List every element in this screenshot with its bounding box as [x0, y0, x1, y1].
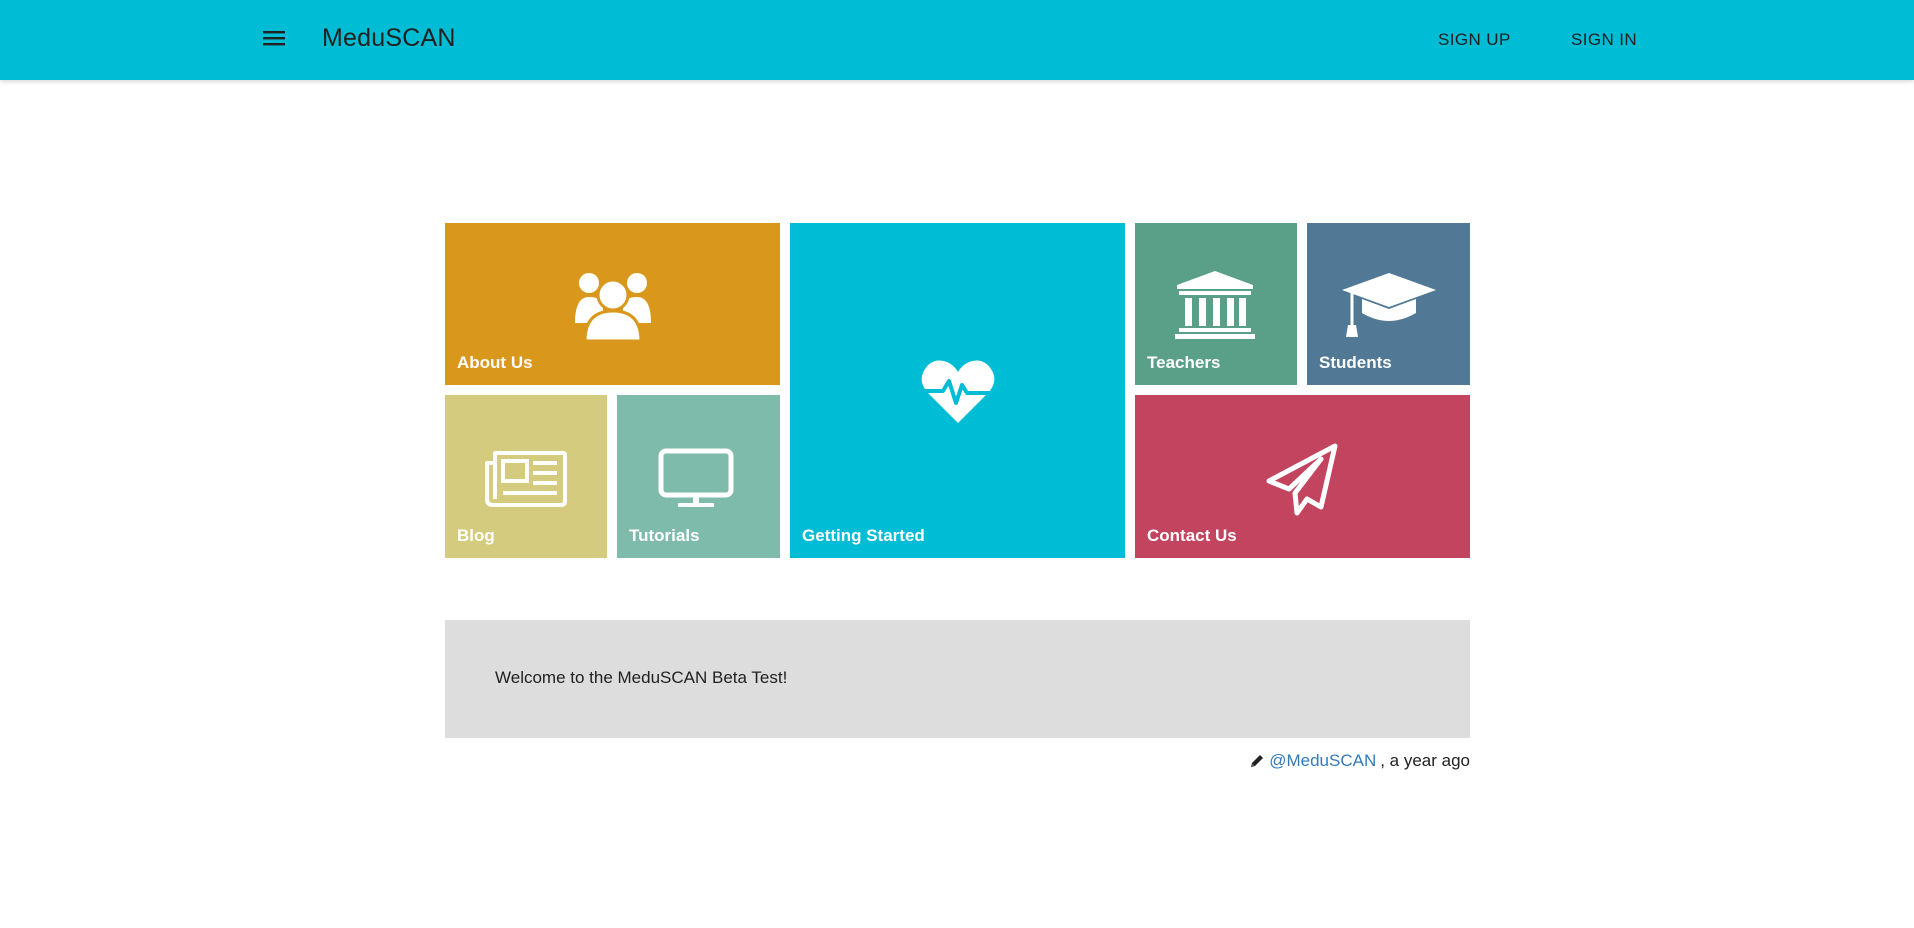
tile-students[interactable]: Students: [1307, 223, 1470, 385]
announcement-meta: @MeduSCAN, a year ago: [1249, 751, 1470, 771]
tile-tutorials[interactable]: Tutorials: [617, 395, 780, 558]
users-icon: [573, 271, 653, 348]
tile-label-contact-us: Contact Us: [1147, 526, 1237, 545]
tile-label-tutorials: Tutorials: [629, 526, 700, 545]
author-link[interactable]: @MeduSCAN: [1269, 751, 1376, 771]
hamburger-menu-icon[interactable]: [262, 28, 292, 52]
pencil-icon: [1249, 753, 1265, 769]
tile-label-blog: Blog: [457, 526, 495, 545]
tile-label-teachers: Teachers: [1147, 353, 1221, 372]
tile-blog[interactable]: Blog: [445, 395, 607, 558]
tile-getting-started[interactable]: Getting Started: [790, 223, 1125, 558]
post-time: , a year ago: [1380, 751, 1470, 770]
sign-in-link[interactable]: SIGN IN: [1571, 30, 1637, 50]
app-header: MeduSCAN SIGN UP SIGN IN: [0, 0, 1914, 80]
tile-label-getting-started: Getting Started: [802, 526, 925, 545]
newspaper-icon: [485, 449, 567, 512]
app-title[interactable]: MeduSCAN: [322, 24, 456, 53]
tile-label-students: Students: [1319, 353, 1392, 372]
tile-label-about-us: About Us: [457, 353, 533, 372]
institution-icon: [1175, 271, 1255, 346]
announcement-text: Welcome to the MeduSCAN Beta Test!: [495, 668, 788, 687]
tile-contact-us[interactable]: Contact Us: [1135, 395, 1470, 558]
graduation-cap-icon: [1342, 273, 1436, 344]
tile-teachers[interactable]: Teachers: [1135, 223, 1297, 385]
monitor-icon: [658, 448, 734, 515]
paper-plane-icon: [1265, 443, 1339, 522]
heartbeat-icon: [921, 359, 995, 430]
announcement-panel: Welcome to the MeduSCAN Beta Test!: [445, 620, 1470, 738]
tile-about-us[interactable]: About Us: [445, 223, 780, 385]
sign-up-link[interactable]: SIGN UP: [1438, 30, 1511, 50]
